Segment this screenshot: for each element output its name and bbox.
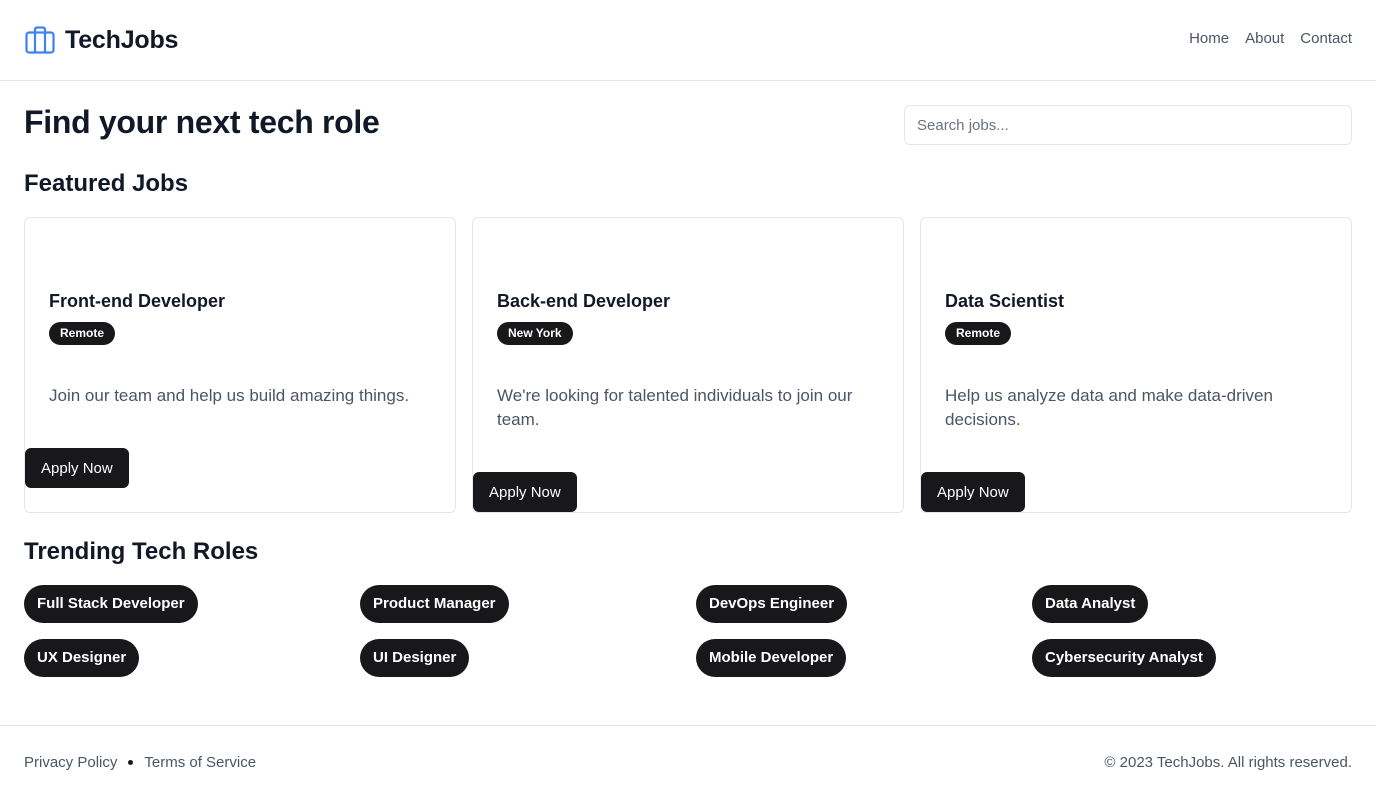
role-tag[interactable]: UX Designer — [24, 639, 140, 677]
brand[interactable]: TechJobs — [24, 24, 178, 56]
role-tag[interactable]: UI Designer — [360, 639, 470, 677]
job-title: Front-end Developer — [49, 291, 226, 311]
separator-dot — [128, 760, 134, 765]
job-card: Front-end Developer Remote Join our team… — [24, 217, 456, 513]
role-tag[interactable]: Mobile Developer — [696, 639, 847, 677]
location-badge: New York — [497, 322, 573, 345]
job-title: Data Scientist — [945, 291, 1065, 311]
apply-now-button[interactable]: Apply Now — [473, 472, 577, 512]
footer-links: Privacy Policy Terms of Service — [24, 754, 256, 771]
main-nav: Home About Contact — [1189, 30, 1352, 47]
nav-contact-link[interactable]: Contact — [1300, 30, 1352, 47]
nav-about-link[interactable]: About — [1245, 30, 1284, 47]
role-tag[interactable]: Cybersecurity Analyst — [1032, 639, 1216, 677]
nav-home-link[interactable]: Home — [1189, 30, 1229, 47]
location-badge: Remote — [945, 322, 1012, 345]
search-input[interactable] — [904, 105, 1352, 145]
job-description: Help us analyze data and make data-drive… — [945, 386, 1273, 429]
role-tag[interactable]: DevOps Engineer — [696, 585, 848, 623]
site-header: TechJobs Home About Contact — [0, 0, 1376, 81]
job-card: Data Scientist Remote Help us analyze da… — [920, 217, 1352, 513]
role-tag[interactable]: Product Manager — [360, 585, 509, 623]
brand-name: TechJobs — [65, 25, 179, 54]
apply-now-button[interactable]: Apply Now — [25, 448, 129, 488]
location-badge: Remote — [49, 322, 116, 345]
job-card: Back-end Developer New York We're lookin… — [472, 217, 904, 513]
apply-now-button[interactable]: Apply Now — [921, 472, 1025, 512]
job-description: We're looking for talented individuals t… — [497, 386, 853, 429]
page-title: Find your next tech role — [24, 104, 380, 140]
site-footer: Privacy Policy Terms of Service © 2023 T… — [0, 725, 1376, 798]
terms-of-service-link[interactable]: Terms of Service — [144, 754, 256, 771]
trending-roles-heading: Trending Tech Roles — [24, 538, 259, 565]
featured-jobs-heading: Featured Jobs — [24, 170, 189, 197]
role-tag[interactable]: Full Stack Developer — [24, 585, 198, 623]
privacy-policy-link[interactable]: Privacy Policy — [24, 754, 117, 771]
job-description: Join our team and help us build amazing … — [49, 386, 410, 405]
job-title: Back-end Developer — [497, 291, 671, 311]
role-tag[interactable]: Data Analyst — [1032, 585, 1149, 623]
copyright-text: © 2023 TechJobs. All rights reserved. — [1104, 754, 1352, 771]
briefcase-icon — [25, 26, 55, 54]
